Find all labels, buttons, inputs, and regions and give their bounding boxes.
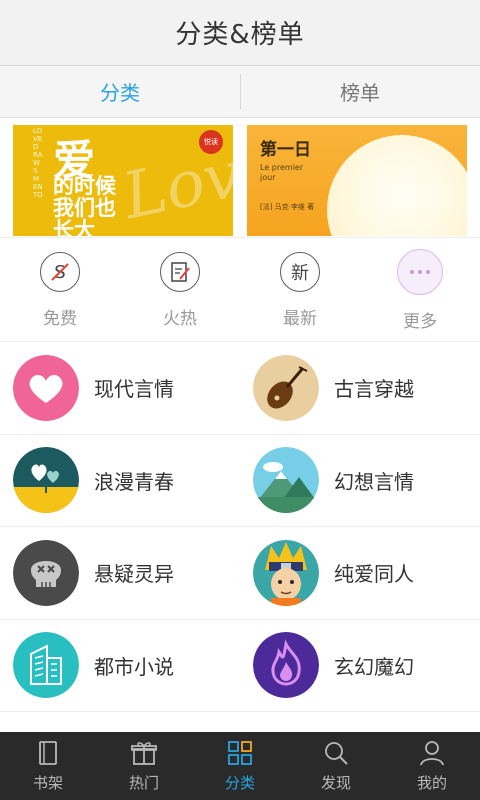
app-header: 分类&榜单 xyxy=(0,0,480,66)
nav-label: 热门 xyxy=(128,774,159,792)
page-title: 分类&榜单 xyxy=(175,20,305,50)
nav-label: 分类 xyxy=(224,774,255,792)
category-youth-romance[interactable]: 浪漫青春 xyxy=(0,435,240,527)
quick-link-more[interactable]: 更多 xyxy=(360,238,480,341)
heart-icon xyxy=(13,354,79,421)
sun-graphic xyxy=(327,135,467,236)
category-fantasy-romance[interactable]: 幻想言情 xyxy=(240,435,480,527)
tab-ranking[interactable]: 榜单 xyxy=(240,66,480,117)
building-icon xyxy=(13,632,79,699)
quick-link-label: 火热 xyxy=(163,309,197,329)
category-modern-romance[interactable]: 现代言情 xyxy=(0,342,240,435)
quick-link-new[interactable]: 新 最新 xyxy=(240,238,360,341)
banner-book-first-day[interactable]: 第一日 Le premier jour [法] 马克·李维 著 xyxy=(247,125,467,236)
nav-label: 书架 xyxy=(32,774,63,792)
hot-icon xyxy=(160,252,200,292)
banner-book-love[interactable]: LOVE DRAWS MEN TO Love 爱 的时候 我们也 长大 悦读 xyxy=(13,125,233,236)
nav-label: 发现 xyxy=(320,774,351,792)
banner-subtitle: Le premier jour xyxy=(260,163,304,182)
category-label: 都市小说 xyxy=(94,654,174,679)
nav-category[interactable]: 分类 xyxy=(192,732,288,800)
banner-line: 长大 xyxy=(53,218,95,236)
skull-icon xyxy=(13,539,79,606)
banner-author: [法] 马克·李维 著 xyxy=(260,203,315,211)
mountain-icon xyxy=(253,447,319,514)
seal-icon: 悦读 xyxy=(199,130,223,154)
category-label: 古言穿越 xyxy=(334,377,414,402)
nav-discover[interactable]: 发现 xyxy=(288,732,384,800)
quick-link-label: 最新 xyxy=(283,309,317,329)
nav-popular[interactable]: 热门 xyxy=(96,732,192,800)
category-label: 幻想言情 xyxy=(334,469,414,494)
category-label: 现代言情 xyxy=(94,377,174,402)
banner-title: 第一日 xyxy=(260,140,311,160)
category-urban-fiction[interactable]: 都市小说 xyxy=(0,620,240,712)
category-label: 悬疑灵异 xyxy=(94,562,174,587)
tab-category[interactable]: 分类 xyxy=(0,66,240,117)
category-label: 纯爱同人 xyxy=(334,562,414,587)
quick-link-hot[interactable]: 火热 xyxy=(120,238,240,341)
banner-line: 我们也 xyxy=(53,196,116,220)
grid-icon xyxy=(228,741,252,765)
gift-icon xyxy=(131,742,157,765)
category-pure-love-fanfic[interactable]: 纯爱同人 xyxy=(240,527,480,620)
bookshelf-icon xyxy=(39,741,57,765)
bottom-nav: 书架 热门 分类 发现 我的 xyxy=(0,732,480,800)
category-xuanhuan-fantasy[interactable]: 玄幻魔幻 xyxy=(240,620,480,712)
category-label: 玄幻魔幻 xyxy=(334,654,414,679)
banner-line: 的时候 xyxy=(53,174,116,198)
new-icon: 新 xyxy=(280,252,320,292)
ninja-icon xyxy=(253,539,319,606)
quick-link-label: 免费 xyxy=(43,309,77,329)
nav-profile[interactable]: 我的 xyxy=(384,732,480,800)
tab-bar: 分类 榜单 xyxy=(0,66,480,118)
search-icon xyxy=(325,742,348,765)
free-icon: S xyxy=(40,252,80,292)
nav-label: 我的 xyxy=(416,774,447,792)
profile-icon xyxy=(420,741,444,766)
pipa-icon xyxy=(253,354,319,421)
category-label: 浪漫青春 xyxy=(94,469,174,494)
category-mystery-supernatural[interactable]: 悬疑灵异 xyxy=(0,527,240,620)
more-icon xyxy=(397,249,443,295)
quick-links: S 免费 火热 新 最新 更多 xyxy=(0,238,480,342)
nav-bookshelf[interactable]: 书架 xyxy=(0,732,96,800)
banner-side-text: LOVE DRAWS MEN TO xyxy=(33,127,43,199)
flame-icon xyxy=(253,632,319,699)
banner-row: LOVE DRAWS MEN TO Love 爱 的时候 我们也 长大 悦读 第… xyxy=(0,118,480,238)
hearts-icon xyxy=(13,447,79,514)
quick-link-label: 更多 xyxy=(403,312,437,332)
quick-link-free[interactable]: S 免费 xyxy=(0,238,120,341)
category-ancient-timetravel[interactable]: 古言穿越 xyxy=(240,342,480,435)
category-grid: 现代言情 古言穿越 浪漫青春 幻想言情 悬疑灵异 纯爱同人 都市小说 玄幻魔幻 xyxy=(0,342,480,712)
